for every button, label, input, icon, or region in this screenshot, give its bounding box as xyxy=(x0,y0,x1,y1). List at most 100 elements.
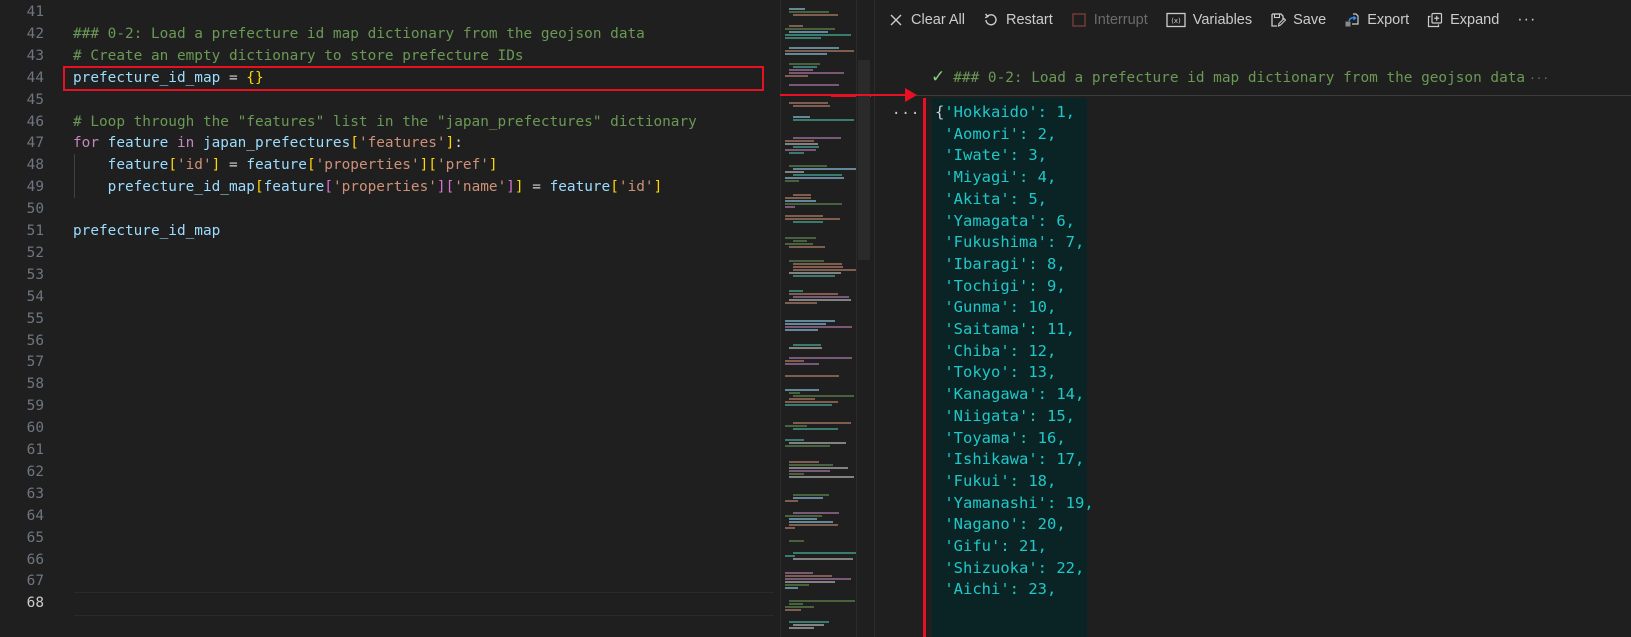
output-entry-text: 'Gifu': 21, xyxy=(944,537,1047,555)
save-icon xyxy=(1270,12,1287,28)
code-line[interactable]: 49 prefecture_id_map[feature['properties… xyxy=(0,176,770,198)
minimap-line xyxy=(785,34,851,36)
save-button[interactable]: Save xyxy=(1270,12,1326,28)
minimap-line xyxy=(785,143,818,145)
minimap-line xyxy=(789,72,844,74)
line-number: 45 xyxy=(26,91,44,108)
code-line[interactable]: 47 for feature in japan_prefectures['feat… xyxy=(0,132,770,154)
more-actions-button[interactable]: ··· xyxy=(1517,11,1536,29)
highlight-annotation-line xyxy=(923,98,926,637)
minimap-line xyxy=(785,237,816,239)
line-number: 57 xyxy=(26,354,44,371)
minimap-line xyxy=(793,168,856,170)
output-entry-text: 'Gunma': 10, xyxy=(944,298,1057,317)
output-entry: 'Iwate': 3, xyxy=(935,145,1047,167)
clear-all-label: Clear All xyxy=(911,12,965,28)
minimap-line xyxy=(789,600,855,602)
minimap-line xyxy=(785,218,840,220)
line-number: 67 xyxy=(26,573,44,590)
output-entry: 'Kanagawa': 14, xyxy=(935,384,1084,406)
minimap-line xyxy=(785,206,795,208)
code-token: feature xyxy=(99,135,177,152)
code-line[interactable]: 64 xyxy=(0,505,770,527)
code-line[interactable]: 51 prefecture_id_map xyxy=(0,220,770,242)
code-line[interactable]: 42 ### 0-2: Load a prefecture id map dict… xyxy=(0,23,770,45)
output-actions-button[interactable]: ··· xyxy=(892,106,920,122)
minimap-line xyxy=(789,621,829,623)
minimap-line xyxy=(785,37,821,39)
code-line[interactable]: 62 xyxy=(0,461,770,483)
output-entry-text: 'Shizuoka': 22, xyxy=(944,558,1085,577)
code-line[interactable]: 43 # Create an empty dictionary to store … xyxy=(0,45,770,67)
minimap-line xyxy=(785,180,799,182)
cell-header[interactable]: ✓ ### 0-2: Load a prefecture id map dicti… xyxy=(931,66,1549,88)
clear-all-button[interactable]: Clear All xyxy=(888,12,965,28)
export-button[interactable]: Export xyxy=(1344,12,1409,28)
interrupt-button[interactable]: Interrupt xyxy=(1071,12,1148,28)
minimap-line xyxy=(789,357,852,359)
restart-button[interactable]: Restart xyxy=(983,12,1053,28)
minimap-line xyxy=(785,445,830,447)
code-token: [ xyxy=(324,179,333,196)
output-entry-text: 'Ishikawa': 17, xyxy=(944,450,1085,469)
output-entry-text: 'Yamagata': 6, xyxy=(944,211,1075,230)
code-line[interactable]: 56 xyxy=(0,330,770,352)
code-line[interactable]: 48 feature['id'] = feature['properties']… xyxy=(0,154,770,176)
minimap-line xyxy=(785,203,842,205)
variables-button[interactable]: (x) Variables xyxy=(1166,12,1252,28)
code-token: feature xyxy=(246,157,307,174)
scrollbar-thumb[interactable] xyxy=(858,60,870,260)
minimap-line xyxy=(789,398,815,400)
minimap-line xyxy=(785,197,811,199)
restart-icon xyxy=(983,12,999,28)
minimap-line xyxy=(785,326,852,328)
expand-button[interactable]: Expand xyxy=(1427,12,1499,28)
code-line[interactable]: 45 xyxy=(0,89,770,111)
minimap-line xyxy=(789,540,804,542)
output-entry-text: 'Akita': 5, xyxy=(944,189,1047,208)
minimap-line xyxy=(785,53,827,55)
code-line[interactable]: 54 xyxy=(0,286,770,308)
code-editor[interactable]: 41 42 ### 0-2: Load a prefecture id map di… xyxy=(0,0,780,637)
code-line[interactable]: 66 xyxy=(0,549,770,571)
code-token: for xyxy=(73,135,99,152)
code-text: # Create an empty dictionary to store pr… xyxy=(73,45,524,67)
code-line[interactable]: 67 xyxy=(0,570,770,592)
code-line[interactable]: 58 xyxy=(0,373,770,395)
code-line[interactable]: 57 xyxy=(0,351,770,373)
variables-label: Variables xyxy=(1192,12,1253,28)
code-token: feature xyxy=(549,179,611,196)
minimap-line xyxy=(793,494,829,496)
output-entry-text: 'Kanagawa': 14, xyxy=(944,385,1085,404)
interrupt-label: Interrupt xyxy=(1093,12,1148,28)
minimap-line xyxy=(789,524,838,526)
output-entry-text: 'Fukui': 18, xyxy=(944,471,1057,490)
code-line[interactable]: 55 xyxy=(0,308,770,330)
code-line[interactable]: 63 xyxy=(0,483,770,505)
line-number: 61 xyxy=(26,442,44,458)
code-line[interactable]: 53 xyxy=(0,264,770,286)
code-line[interactable]: 60 xyxy=(0,417,770,439)
output-brace xyxy=(935,494,944,512)
minimap-line xyxy=(789,165,827,167)
code-line[interactable]: 52 xyxy=(0,242,770,264)
code-line[interactable]: 46 # Loop through the "features" list in … xyxy=(0,111,770,133)
line-number: 49 xyxy=(26,179,44,196)
output-entry: 'Saitama': 11, xyxy=(935,319,1075,341)
output-entry: 'Ibaragi': 8, xyxy=(935,254,1066,276)
output-entry-text: 'Tokyo': 13, xyxy=(944,363,1057,382)
output-brace xyxy=(935,125,944,143)
code-line[interactable]: 65 xyxy=(0,527,770,549)
code-line[interactable]: 50 xyxy=(0,198,770,220)
code-token: = xyxy=(523,179,550,196)
code-line[interactable]: 41 xyxy=(0,1,770,23)
minimap-line xyxy=(793,66,817,68)
line-number: 64 xyxy=(26,507,44,524)
minimap-line xyxy=(789,467,848,469)
code-line[interactable]: 61 xyxy=(0,439,770,461)
output-entry-text: 'Tochigi': 9, xyxy=(944,276,1066,295)
minimap-line xyxy=(785,389,819,391)
code-line[interactable]: 59 xyxy=(0,395,770,417)
output-entry-text: 'Ibaragi': 8, xyxy=(944,254,1066,273)
code-text: for feature in japan_prefectures['featur… xyxy=(73,132,463,154)
